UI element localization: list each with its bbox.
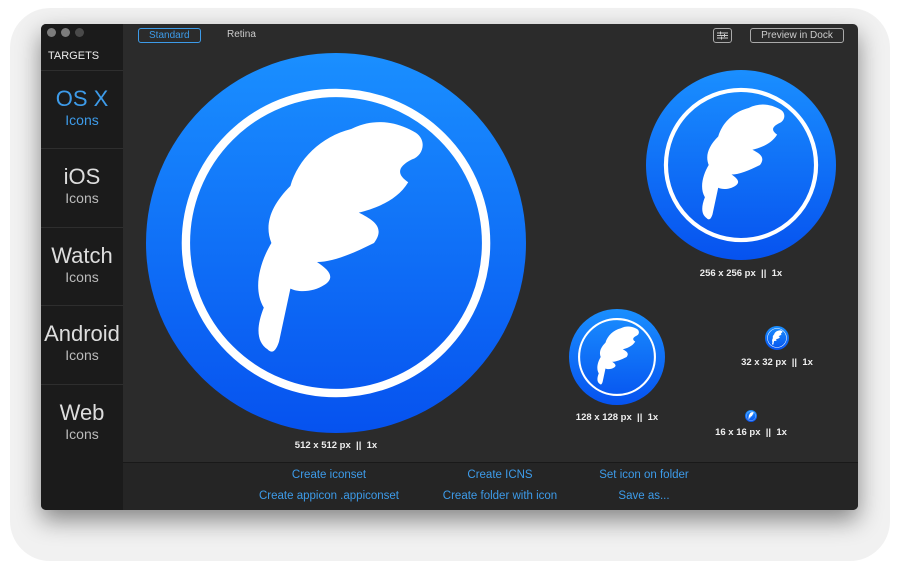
sidebar-item-android[interactable]: Android Icons bbox=[41, 305, 123, 383]
settings-button[interactable] bbox=[713, 28, 732, 43]
sidebar-header: TARGETS bbox=[48, 50, 100, 62]
create-folder-with-icon-link[interactable]: Create folder with icon bbox=[443, 490, 557, 502]
create-icns-link[interactable]: Create ICNS bbox=[467, 469, 532, 481]
tab-retina[interactable]: Retina bbox=[217, 28, 266, 43]
sidebar-item-title: Web bbox=[59, 400, 105, 425]
size-label-16: 16 x 16 px || 1x bbox=[715, 427, 787, 438]
icon-preview-256 bbox=[646, 70, 836, 260]
sidebar-item-title: iOS bbox=[63, 164, 101, 189]
sidebar: TARGETS OS X Icons iOS Icons Watch Icons An… bbox=[41, 24, 123, 510]
sidebar-item-ios[interactable]: iOS Icons bbox=[41, 148, 123, 226]
icon-preview-16 bbox=[745, 410, 757, 422]
sidebar-item-subtitle: Icons bbox=[65, 190, 99, 206]
icon-preview-512 bbox=[146, 53, 526, 433]
sidebar-item-subtitle: Icons bbox=[65, 347, 99, 363]
minimize-button[interactable] bbox=[61, 28, 70, 37]
save-as-link[interactable]: Save as... bbox=[618, 490, 669, 502]
sidebar-item-title: Watch bbox=[51, 243, 113, 268]
zoom-button[interactable] bbox=[75, 28, 84, 37]
icon-preview-32 bbox=[765, 326, 789, 350]
sidebar-item-subtitle: Icons bbox=[65, 426, 99, 442]
sidebar-item-web[interactable]: Web Icons bbox=[41, 384, 123, 462]
set-icon-on-folder-link[interactable]: Set icon on folder bbox=[599, 469, 689, 481]
size-label-32: 32 x 32 px || 1x bbox=[741, 357, 813, 368]
size-label-256: 256 x 256 px || 1x bbox=[699, 268, 783, 279]
sidebar-item-title: OS X bbox=[55, 86, 109, 111]
sidebar-item-subtitle: Icons bbox=[65, 112, 99, 128]
sidebar-item-title: Android bbox=[44, 321, 120, 346]
size-label-512: 512 x 512 px || 1x bbox=[294, 440, 378, 451]
icon-preview-128 bbox=[569, 309, 665, 405]
size-label-128: 128 x 128 px || 1x bbox=[575, 412, 659, 423]
create-iconset-link[interactable]: Create iconset bbox=[292, 469, 366, 481]
create-appiconset-link[interactable]: Create appicon .appiconset bbox=[259, 490, 399, 502]
app-window: TARGETS OS X Icons iOS Icons Watch Icons An… bbox=[41, 24, 858, 510]
close-button[interactable] bbox=[47, 28, 56, 37]
action-bar: Create iconset Create ICNS Set icon on f… bbox=[123, 462, 858, 510]
traffic-lights bbox=[47, 28, 84, 37]
sidebar-item-subtitle: Icons bbox=[65, 269, 99, 285]
tab-standard[interactable]: Standard bbox=[138, 28, 201, 43]
sliders-icon bbox=[717, 31, 728, 40]
preview-in-dock-button[interactable]: Preview in Dock bbox=[750, 28, 844, 43]
sidebar-item-watch[interactable]: Watch Icons bbox=[41, 227, 123, 305]
sidebar-item-osx[interactable]: OS X Icons bbox=[41, 70, 123, 148]
